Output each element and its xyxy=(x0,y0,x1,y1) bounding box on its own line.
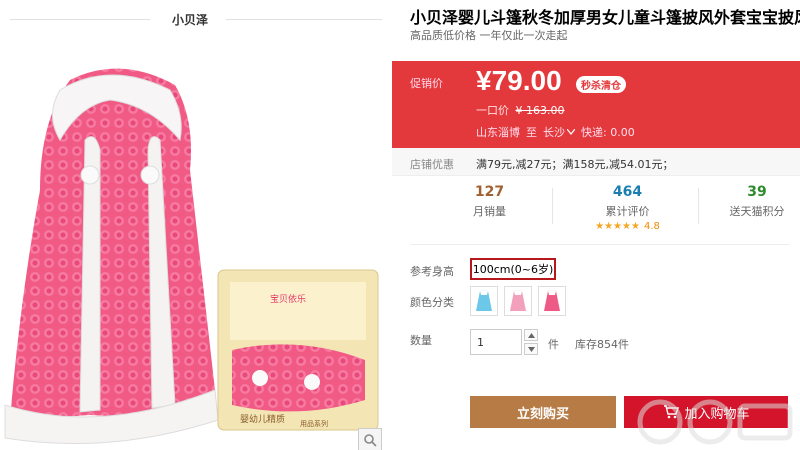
product-title: 小贝泽婴儿斗篷秋冬加厚男女儿童斗篷披风外套宝宝披风 xyxy=(410,8,800,27)
size-option-selected[interactable]: 100cm(0~6岁) xyxy=(470,258,556,280)
quantity-increase-button[interactable] xyxy=(524,329,538,341)
flash-sale-badge: 秒杀清仓 xyxy=(576,76,626,93)
divider xyxy=(698,188,699,224)
divider xyxy=(226,19,382,20)
original-price-row: 一口价 ¥ 163.00 xyxy=(476,102,564,118)
shop-header: 小贝泽 xyxy=(0,8,392,30)
ship-from: 山东淄博 xyxy=(476,126,520,139)
buy-now-button[interactable]: 立刻购买 xyxy=(470,396,616,428)
color-label: 颜色分类 xyxy=(410,296,454,309)
svg-text:婴幼儿精质: 婴幼儿精质 xyxy=(240,413,285,425)
reviews-label: 累计评价 xyxy=(605,205,650,218)
svg-text:用品系列: 用品系列 xyxy=(300,419,328,428)
stat-points: 39 送天猫积分 xyxy=(714,184,800,219)
quantity-stepper xyxy=(524,329,538,355)
chevron-up-icon xyxy=(527,332,535,338)
ship-to-city: 长沙 xyxy=(543,126,565,139)
quantity-input[interactable]: 1 xyxy=(470,329,522,355)
original-price-label: 一口价 xyxy=(476,104,509,117)
store-promo: 店铺优惠 满79元,减27元；满158元,减54.01元； xyxy=(392,148,800,176)
rating-value: 4.8 xyxy=(643,221,660,232)
price-label: 促销价 xyxy=(410,77,443,90)
original-price: ¥ 163.00 xyxy=(515,104,565,117)
divider xyxy=(10,19,150,20)
star-icon: ★★★★★ xyxy=(595,221,640,232)
zoom-button[interactable] xyxy=(358,428,382,450)
monthly-sales-label: 月销量 xyxy=(473,205,506,218)
price-panel: 促销价 ¥79.00 秒杀清仓 一口价 ¥ 163.00 山东淄博 至 长沙 快… xyxy=(392,61,800,148)
divider xyxy=(552,188,553,224)
ship-to-select[interactable]: 长沙 xyxy=(543,124,575,140)
stats-bar: 127 月销量 464 累计评价 ★★★★★ 4.8 39 送天猫积分 xyxy=(392,180,800,238)
shipping-fee: 快递: 0.00 xyxy=(581,126,635,139)
quantity-decrease-button[interactable] xyxy=(524,343,538,355)
color-swatch-pink[interactable] xyxy=(504,286,532,316)
quantity-label: 数量 xyxy=(410,334,432,347)
points-count: 39 xyxy=(747,184,767,200)
cape-thumbnail-icon xyxy=(510,290,526,311)
size-label: 参考身高 xyxy=(410,265,454,278)
quantity-unit: 件 xyxy=(548,338,559,351)
ship-to-word: 至 xyxy=(526,126,537,139)
color-swatches xyxy=(470,286,566,316)
color-swatch-blue[interactable] xyxy=(470,286,498,316)
product-gallery: 小贝泽 宝贝依乐 婴幼儿精质 用品系列 xyxy=(0,0,392,450)
promo-text[interactable]: 满79元,减27元；满158元,减54.01元； xyxy=(476,156,673,172)
stock-count: 库存854件 xyxy=(575,338,629,351)
shop-name[interactable]: 小贝泽 xyxy=(160,11,220,28)
color-swatch-rose[interactable] xyxy=(538,286,566,316)
chevron-down-icon xyxy=(527,346,535,352)
search-icon xyxy=(364,434,377,447)
points-label: 送天猫积分 xyxy=(729,205,785,218)
stat-reviews[interactable]: 464 累计评价 ★★★★★ 4.8 xyxy=(570,184,685,232)
shipping-row: 山东淄博 至 长沙 快递: 0.00 xyxy=(476,124,635,140)
stat-monthly-sales: 127 月销量 xyxy=(432,184,547,219)
monthly-sales-count: 127 xyxy=(474,184,505,200)
rating: ★★★★★ 4.8 xyxy=(570,221,685,232)
product-info: 小贝泽婴儿斗篷秋冬加厚男女儿童斗篷披风外套宝宝披风 高品质低价格 一年仅此一次走… xyxy=(392,0,800,450)
cape-thumbnail-icon xyxy=(476,290,492,311)
chevron-down-icon xyxy=(567,129,575,135)
watermark-logo xyxy=(637,399,793,445)
reviews-count: 464 xyxy=(612,184,643,200)
promo-label: 店铺优惠 xyxy=(410,158,454,171)
product-subtitle: 高品质低价格 一年仅此一次走起 xyxy=(410,29,568,42)
divider xyxy=(410,244,790,245)
current-price: ¥79.00 xyxy=(476,65,562,96)
product-image[interactable]: 宝贝依乐 婴幼儿精质 用品系列 xyxy=(0,60,392,450)
cape-thumbnail-icon xyxy=(544,290,560,311)
svg-text:宝贝依乐: 宝贝依乐 xyxy=(270,293,306,305)
